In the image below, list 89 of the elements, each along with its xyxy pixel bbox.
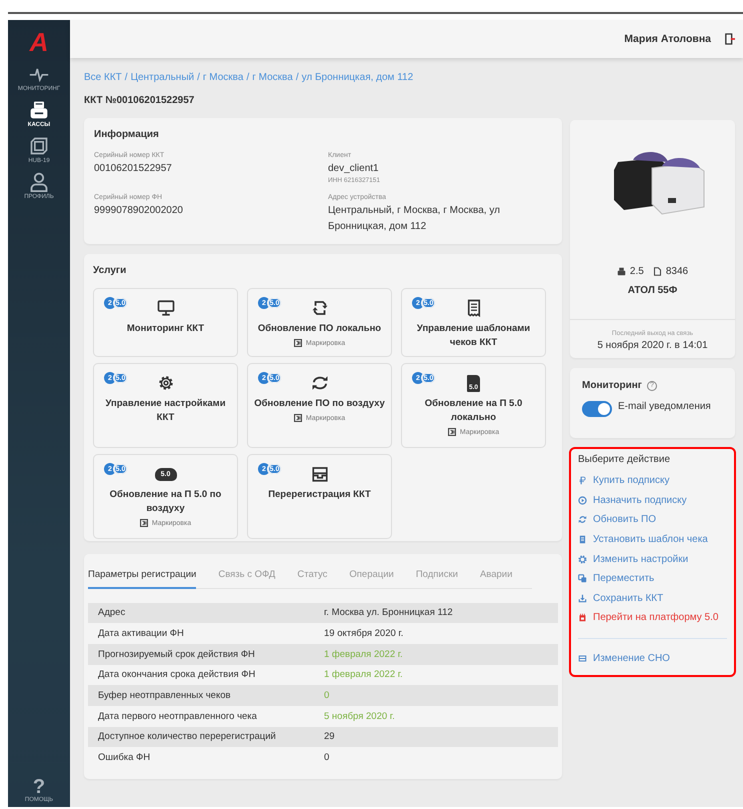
gear-icon bbox=[578, 554, 587, 564]
table-cell: г. Москва ул. Бронницкая 112 bbox=[324, 607, 453, 618]
firmware-version: 2.5 bbox=[630, 266, 644, 277]
card-title: Информация bbox=[94, 129, 160, 140]
action-link[interactable]: Установить шаблон чека bbox=[578, 530, 727, 550]
marking-icon bbox=[448, 428, 456, 436]
action-link[interactable]: Переместить bbox=[578, 568, 727, 589]
sync-icon bbox=[578, 515, 587, 524]
field-value: 00106201522957 bbox=[94, 162, 173, 176]
service-title: Перерегистрация ККТ bbox=[268, 488, 371, 502]
receipt-icon bbox=[578, 535, 587, 544]
page-title: ККТ №00106201522957 bbox=[84, 95, 196, 106]
last-seen-value: 5 ноября 2020 г. в 14:01 bbox=[596, 340, 709, 351]
document-icon bbox=[652, 267, 662, 276]
breadcrumb-separator: / bbox=[197, 72, 200, 83]
document-count: 8346 bbox=[666, 266, 688, 277]
breadcrumb-link[interactable]: Центральный bbox=[130, 72, 194, 83]
action-link[interactable]: Изменить настройки bbox=[578, 549, 727, 569]
field-value: dev_client1 bbox=[328, 162, 380, 176]
table-cell-text: Адрес bbox=[97, 607, 126, 618]
field-value: Центральный, г Москва, г Москва, ул Бронницкая, дом 112 bbox=[328, 204, 501, 234]
sync-icon bbox=[310, 374, 328, 392]
action-link[interactable]: Обновить ПО bbox=[578, 510, 727, 530]
tab[interactable]: Параметры регистрации bbox=[88, 564, 196, 589]
card-title: Выберите действие bbox=[578, 454, 672, 465]
action-link[interactable]: Купить подписку bbox=[578, 471, 727, 491]
service-title: Мониторинг ККТ bbox=[126, 322, 204, 336]
toggle-switch[interactable] bbox=[582, 401, 612, 417]
table-cell: 19 октября 2020 г. bbox=[324, 628, 404, 640]
service-title: Управление шаблонами чеков ККТ bbox=[416, 322, 532, 350]
toggle-label: E-mail уведомления bbox=[618, 401, 711, 412]
tray-icon bbox=[578, 654, 587, 664]
logo: A bbox=[30, 28, 48, 56]
gear-icon bbox=[156, 374, 174, 392]
marking-icon bbox=[140, 519, 148, 527]
logout-icon[interactable] bbox=[725, 33, 735, 45]
table-cell-text: Ошибка ФН bbox=[97, 752, 152, 764]
card-title: Мониторинг bbox=[582, 380, 642, 391]
service-title: Обновление на П 5.0 локально bbox=[424, 397, 524, 425]
breadcrumb-separator: / bbox=[296, 72, 299, 83]
marking-icon bbox=[294, 339, 302, 347]
printer-icon bbox=[616, 267, 626, 276]
user-name: Мария Атоловна bbox=[624, 33, 711, 45]
breadcrumb-separator: / bbox=[124, 72, 128, 83]
tab[interactable]: Аварии bbox=[480, 564, 512, 589]
table-cell-text: Дата окончания срока действия ФН bbox=[97, 669, 256, 680]
action-link[interactable]: Назначить подписку bbox=[578, 490, 727, 510]
action-link[interactable]: Перейти на платформу 5.0 bbox=[578, 608, 727, 628]
ruble-icon bbox=[578, 476, 587, 486]
service-title: Обновление ПО по воздуху bbox=[254, 397, 385, 411]
table-cell: 1 февраля 2022 г. bbox=[324, 648, 403, 660]
breadcrumb-link[interactable]: г Москва bbox=[252, 72, 293, 83]
device-model: АТОЛ 55Ф bbox=[628, 285, 678, 296]
table-cell-text: Прогнозируемый срок действия ФН bbox=[97, 648, 256, 660]
printer-icon bbox=[28, 100, 49, 120]
marking-icon bbox=[294, 414, 302, 422]
table-cell: 29 bbox=[324, 731, 335, 742]
action-link[interactable]: Сохранить ККТ bbox=[578, 588, 727, 608]
copy-icon bbox=[578, 574, 587, 584]
service-title: Обновление на П 5.0 по воздуху bbox=[108, 488, 222, 516]
table-cell-text: Дата первого неотправленного чека bbox=[97, 710, 258, 722]
table-cell: 0 bbox=[324, 690, 330, 702]
sync-icon bbox=[310, 299, 328, 317]
breadcrumb-link[interactable]: г Москва bbox=[202, 72, 244, 83]
tab[interactable]: Подписки bbox=[416, 564, 458, 589]
service-title: Обновление ПО локально bbox=[258, 322, 382, 336]
user-icon bbox=[28, 172, 49, 192]
monitor-icon bbox=[156, 299, 174, 317]
table-cell: 5 ноября 2020 г. bbox=[324, 710, 395, 722]
card-title: Услуги bbox=[93, 265, 128, 276]
table-cell: 1 февраля 2022 г. bbox=[324, 669, 403, 680]
download-icon bbox=[578, 594, 587, 603]
table-cell-text: Дата активации ФН bbox=[97, 628, 185, 640]
tab[interactable]: Связь с ОФД bbox=[218, 564, 276, 589]
breadcrumb-separator: / bbox=[246, 72, 250, 83]
box-icon bbox=[29, 136, 49, 156]
tab[interactable]: Статус bbox=[297, 564, 328, 589]
table-cell: 0 bbox=[324, 752, 330, 764]
field-value: 9999078902002020 bbox=[94, 204, 184, 218]
service-title: Управление настройками ККТ bbox=[104, 397, 227, 425]
play-icon bbox=[578, 496, 587, 505]
table-cell-text: Доступное количество перерегистраций bbox=[97, 731, 277, 742]
chip-icon bbox=[578, 613, 587, 622]
tray-icon bbox=[310, 465, 328, 483]
breadcrumb-link[interactable]: Все ККТ bbox=[84, 72, 122, 83]
tab[interactable]: Операции bbox=[349, 564, 394, 589]
table-cell-text: Буфер неотправленных чеков bbox=[97, 690, 232, 702]
action-link[interactable]: Изменение СНО bbox=[578, 638, 727, 668]
breadcrumb-link[interactable]: ул Бронницкая, дом 112 bbox=[302, 72, 414, 83]
